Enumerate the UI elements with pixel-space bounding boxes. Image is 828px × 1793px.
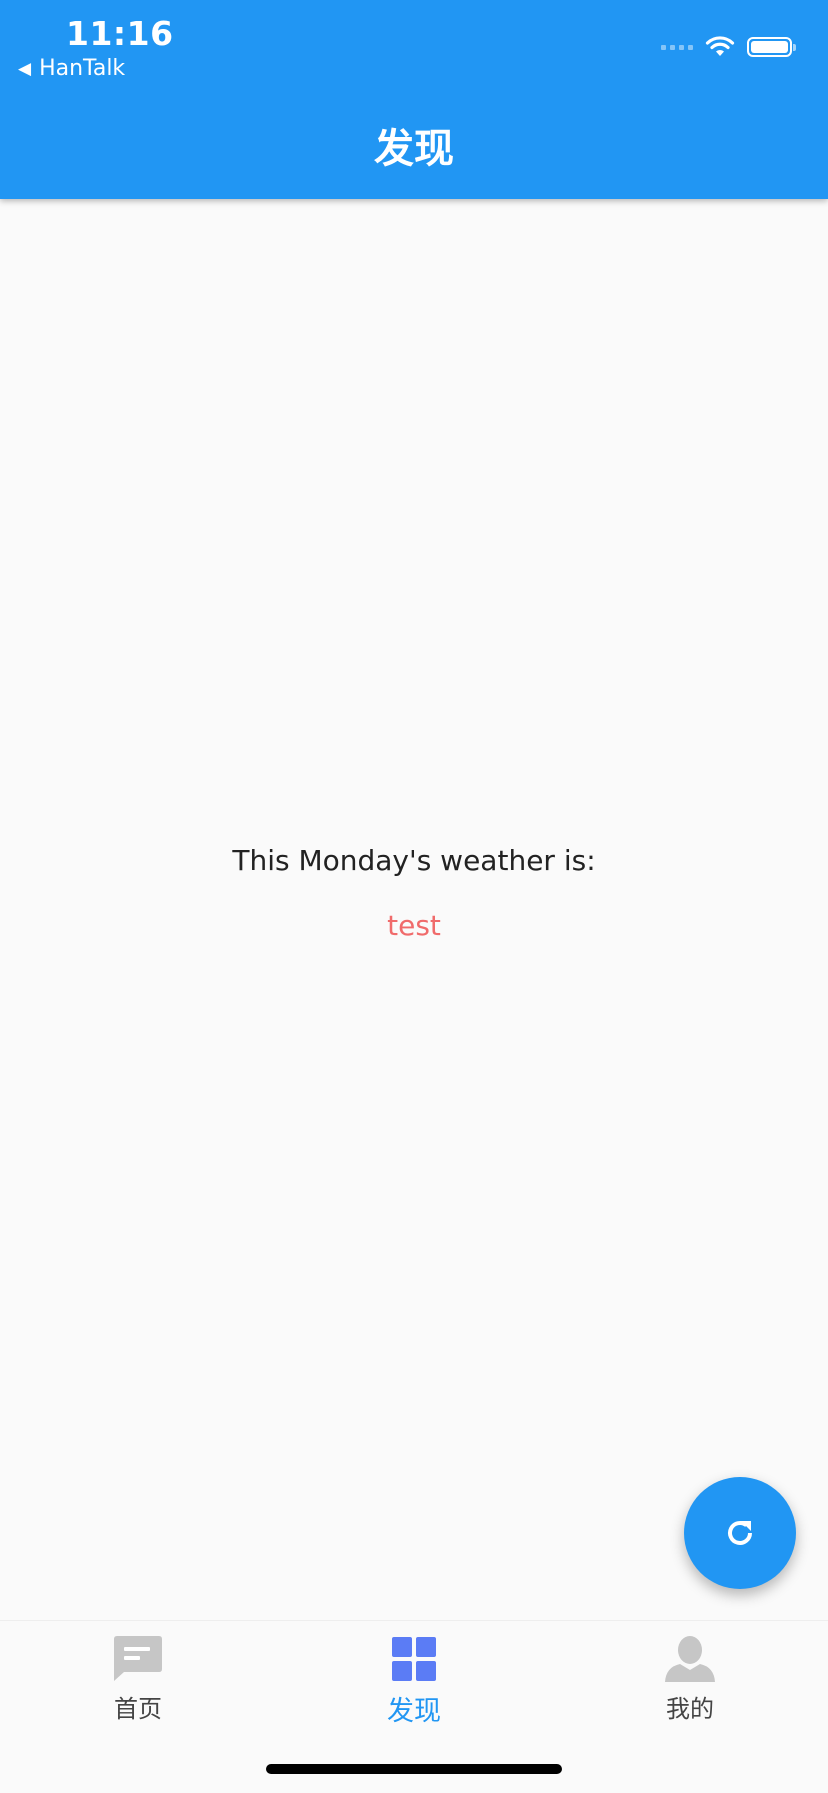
nav-item-profile[interactable]: 我的 — [552, 1621, 828, 1731]
chat-bubble-icon — [114, 1636, 162, 1681]
weather-value: test — [387, 909, 441, 942]
nav-label-profile: 我的 — [666, 1695, 714, 1723]
grid-icon — [392, 1637, 436, 1681]
app-bar: 11:16 ◀ HanTalk 发现 — [0, 0, 828, 199]
battery-icon — [747, 37, 796, 57]
wifi-icon — [705, 36, 735, 56]
home-indicator[interactable] — [266, 1764, 562, 1774]
nav-label-home: 首页 — [114, 1695, 162, 1723]
nav-item-discover[interactable]: 发现 — [276, 1621, 552, 1731]
refresh-icon — [728, 1521, 752, 1545]
page-title: 发现 — [374, 126, 454, 172]
weather-label: This Monday's weather is: — [232, 844, 596, 877]
back-triangle-icon: ◀ — [18, 58, 32, 79]
status-time: 11:16 — [66, 14, 174, 53]
cellular-signal-icon — [661, 44, 693, 50]
refresh-button[interactable] — [684, 1477, 796, 1589]
person-icon — [665, 1636, 715, 1682]
nav-item-home[interactable]: 首页 — [0, 1621, 276, 1731]
nav-label-discover: 发现 — [387, 1696, 441, 1727]
back-to-app-link[interactable]: ◀ HanTalk — [18, 56, 125, 81]
main-content: This Monday's weather is: test — [0, 199, 828, 1620]
back-app-label: HanTalk — [39, 56, 126, 81]
status-indicators — [661, 36, 796, 58]
